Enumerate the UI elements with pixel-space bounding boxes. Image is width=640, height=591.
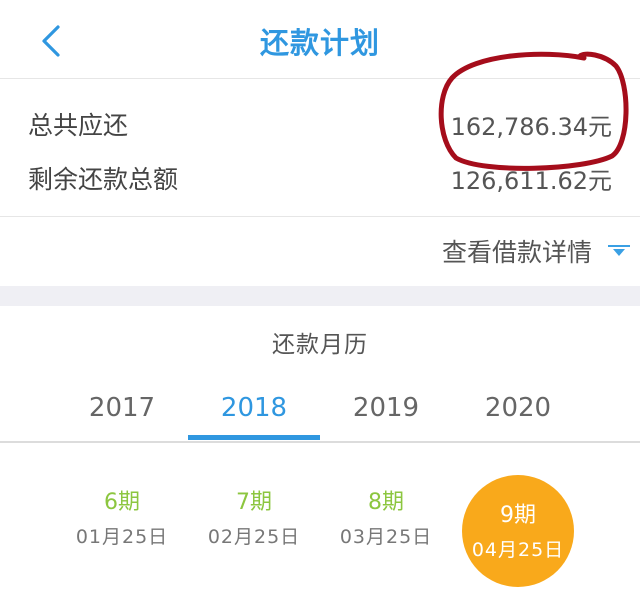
total-due-row: 总共应还 162,786.34元 — [28, 104, 612, 144]
period-item-selected[interactable]: 9期 04月25日 — [462, 475, 574, 587]
total-due-label: 总共应还 — [28, 111, 129, 140]
remaining-row: 剩余还款总额 126,611.62元 — [28, 158, 612, 198]
tab-2020[interactable]: 2020 — [452, 393, 584, 423]
tab-2017[interactable]: 2017 — [56, 393, 188, 423]
period-number: 9期 — [500, 502, 536, 528]
period-item[interactable]: 7期 02月25日 — [194, 488, 314, 549]
loan-details-row: 查看借款详情 — [0, 217, 640, 286]
period-number: 7期 — [236, 490, 272, 515]
active-tab-indicator — [188, 435, 320, 440]
period-number: 6期 — [104, 490, 140, 515]
view-loan-details-label: 查看借款详情 — [441, 238, 592, 267]
remaining-value: 126,611.62元 — [450, 166, 612, 195]
tab-2018[interactable]: 2018 — [188, 393, 320, 423]
remaining-label: 剩余还款总额 — [28, 165, 179, 194]
period-date: 03月25日 — [339, 526, 433, 548]
period-date: 01月25日 — [75, 526, 169, 548]
year-tabs: 2017 2018 2019 2020 — [0, 385, 640, 443]
total-due-value: 162,786.34元 — [450, 112, 612, 141]
page-title: 还款计划 — [259, 26, 380, 60]
repayment-calendar-title: 还款月历 — [272, 332, 368, 358]
period-date: 04月25日 — [471, 538, 565, 561]
period-date: 02月25日 — [207, 526, 301, 548]
repayment-summary: 总共应还 162,786.34元 剩余还款总额 126,611.62元 — [0, 79, 640, 217]
nav-header: 还款计划 — [0, 0, 640, 79]
caret-down-icon — [608, 244, 630, 258]
period-item[interactable]: 8期 03月25日 — [326, 488, 446, 549]
period-item[interactable]: 6期 01月25日 — [62, 488, 182, 549]
tab-2019[interactable]: 2019 — [320, 393, 452, 423]
period-number: 8期 — [368, 490, 404, 515]
section-divider — [0, 286, 640, 306]
view-loan-details-link[interactable]: 查看借款详情 — [442, 233, 630, 269]
